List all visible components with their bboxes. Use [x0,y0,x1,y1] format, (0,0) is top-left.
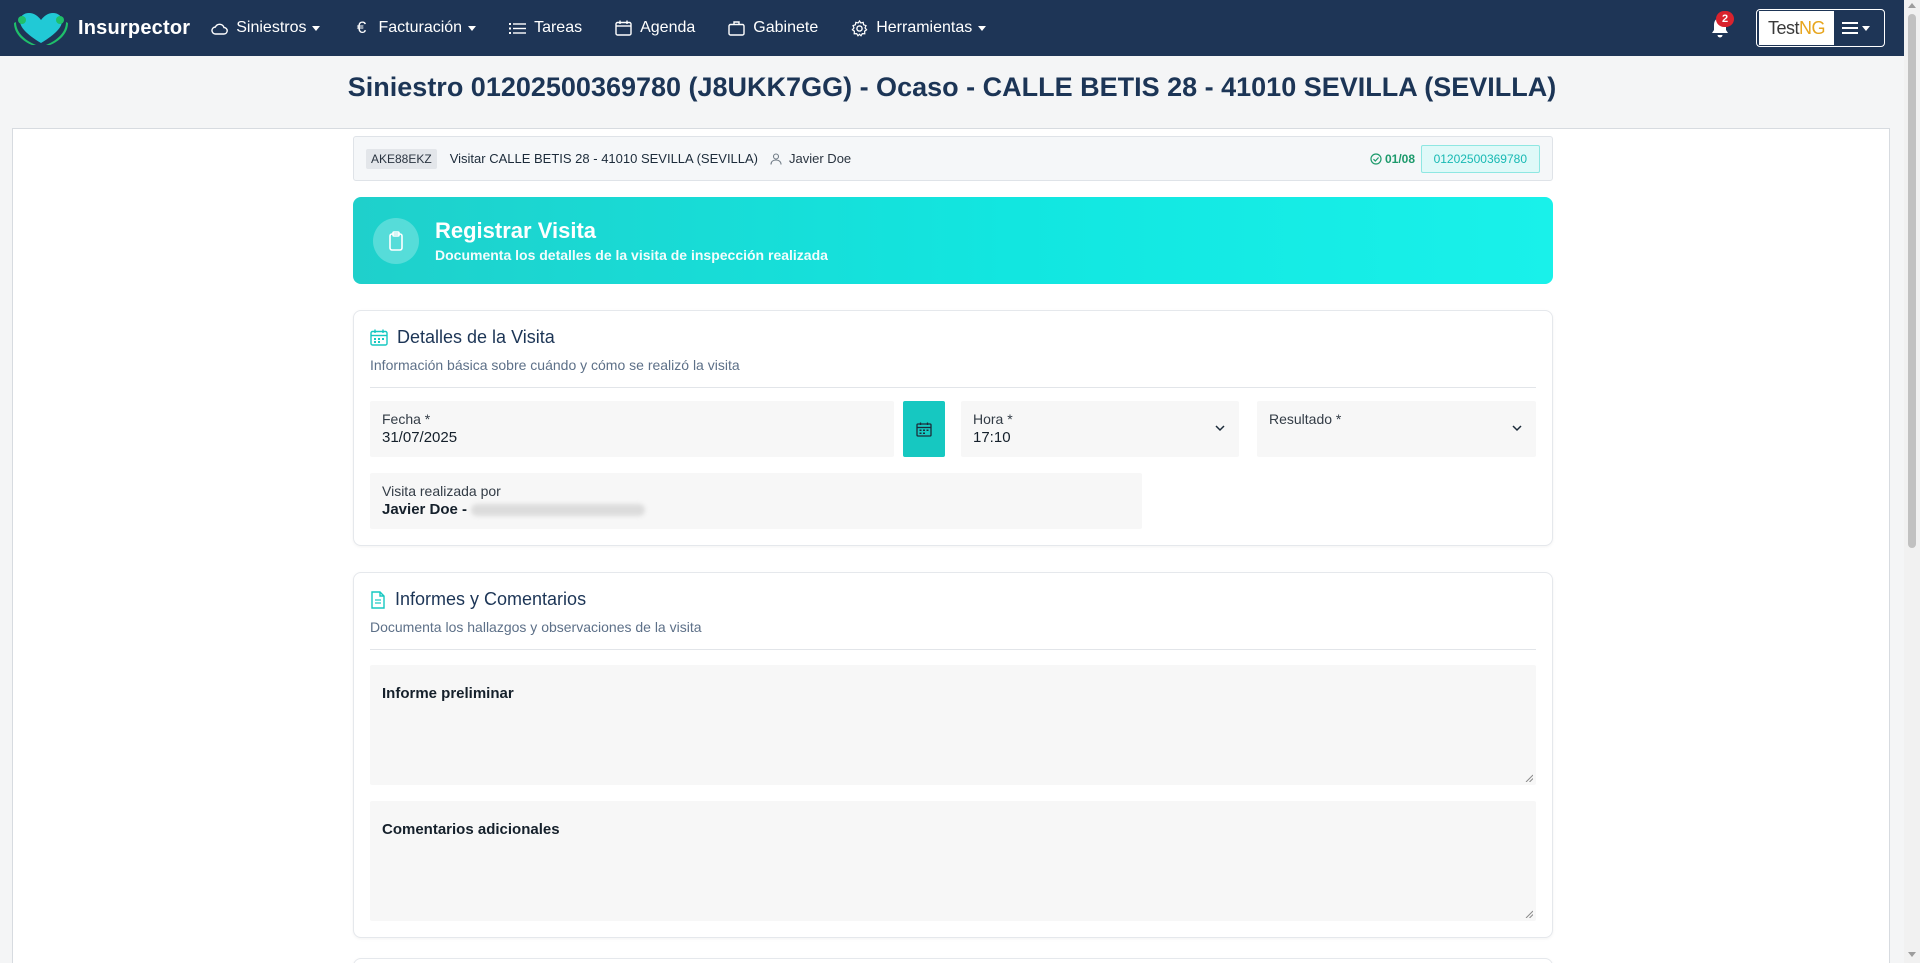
visita-realizada-value: Javier Doe - [382,501,646,518]
next-section-card [353,958,1553,963]
calendar-icon [614,19,632,37]
visit-code-chip: AKE88EKZ [366,148,437,169]
nav-siniestros[interactable]: Siniestros [210,0,321,56]
banner-subtitle: Documenta los detalles de la visita de i… [435,247,828,263]
nav-tareas-label: Tareas [534,19,583,36]
briefcase-icon [727,19,745,37]
visit-count-value: 01/08 [1384,151,1415,166]
resultado-label: Resultado * [1269,411,1342,427]
reports-title: Informes y Comentarios [395,589,587,609]
banner-title: Registrar Visita [435,218,597,243]
user-menu-button[interactable]: Test NG [1756,9,1885,47]
hora-value: 17:10 [973,429,1011,446]
scroll-up-arrow-icon[interactable] [1908,3,1916,8]
euro-icon: € [356,18,367,37]
notifications-badge: 2 [1716,11,1734,27]
brand-logo-icon [14,13,68,45]
chevron-down-icon [1862,25,1870,31]
visit-details-card: Detalles de la Visita Información básica… [353,310,1553,546]
nav-facturacion[interactable]: € Facturación [352,0,477,56]
informe-preliminar-label: Informe preliminar [382,685,514,702]
visit-label: Visitar CALLE BETIS 28 - 41010 SEVILLA (… [449,151,759,166]
visit-summary-bar: AKE88EKZ Visitar CALLE BETIS 28 - 41010 … [353,136,1553,181]
fecha-field[interactable]: Fecha * 31/07/2025 [370,401,894,457]
nav-herramientas-label: Herramientas [876,19,973,36]
nav-tareas[interactable]: Tareas [508,0,582,56]
visita-realizada-label: Visita realizada por [382,483,501,499]
scrollbar-thumb[interactable] [1908,14,1916,548]
scroll-down-arrow-icon[interactable] [1908,952,1916,957]
details-subtitle: Información básica sobre cuándo y cómo s… [370,357,740,373]
nav-gabinete[interactable]: Gabinete [727,0,818,56]
nav-siniestros-label: Siniestros [236,19,307,36]
comentarios-adicionales-textarea[interactable]: Comentarios adicionales [370,801,1536,921]
nav-agenda[interactable]: Agenda [614,0,695,56]
chevron-down-icon [468,25,477,31]
chevron-down-icon [1512,425,1522,432]
resize-handle-icon[interactable] [1525,910,1533,918]
gear-icon [850,19,868,37]
chevron-down-icon [1215,425,1225,432]
check-circle-icon [1370,152,1382,165]
resize-handle-icon[interactable] [1525,774,1533,782]
company-logo-text: Test [1767,17,1800,38]
calendar-icon [916,422,932,437]
fecha-value: 31/07/2025 [382,429,458,446]
company-logo: Test NG [1759,11,1834,45]
fecha-label: Fecha * [382,411,431,427]
hora-label: Hora * [973,411,1013,427]
cloud-icon [210,19,228,37]
reports-subtitle: Documenta los hallazgos y observaciones … [370,619,702,635]
claim-number-chip[interactable]: 01202500369780 [1420,145,1540,173]
list-icon [508,19,526,37]
date-picker-button[interactable] [903,401,945,457]
brand-name: Insurpector [78,16,191,39]
nav-herramientas[interactable]: Herramientas [850,0,987,56]
chevron-down-icon [978,25,987,31]
company-logo-text-accent: NG [1799,17,1826,38]
top-navbar: Insurpector Siniestros € Facturación Tar… [0,0,1904,56]
visita-realizada-por-field: Visita realizada por Javier Doe - [370,473,1142,529]
redacted-email [471,504,646,517]
hamburger-icon [1842,22,1858,34]
comentarios-adicionales-label: Comentarios adicionales [382,821,560,838]
informe-preliminar-textarea[interactable]: Informe preliminar [370,665,1536,785]
hora-select[interactable]: Hora * 17:10 [961,401,1239,457]
visita-realizada-name: Javier Doe - [382,501,468,518]
resultado-select[interactable]: Resultado * [1257,401,1536,457]
register-visit-banner: Registrar Visita Documenta los detalles … [353,197,1553,284]
clipboard-icon [373,217,419,264]
details-title: Detalles de la Visita [397,327,555,347]
page-title: Siniestro 01202500369780 (J8UKK7GG) - Oc… [347,72,1557,102]
calendar-icon [370,329,388,346]
document-icon [371,590,385,609]
reports-comments-card: Informes y Comentarios Documenta los hal… [353,572,1553,938]
chevron-down-icon [312,25,321,31]
nav-agenda-label: Agenda [640,19,696,36]
nav-gabinete-label: Gabinete [753,19,819,36]
person-icon [770,152,782,165]
visit-person-name: Javier Doe [789,151,852,166]
visit-count: 01/08 [1370,152,1415,166]
brand-home-link[interactable]: Insurpector [14,0,190,56]
nav-facturacion-label: Facturación [378,19,463,36]
